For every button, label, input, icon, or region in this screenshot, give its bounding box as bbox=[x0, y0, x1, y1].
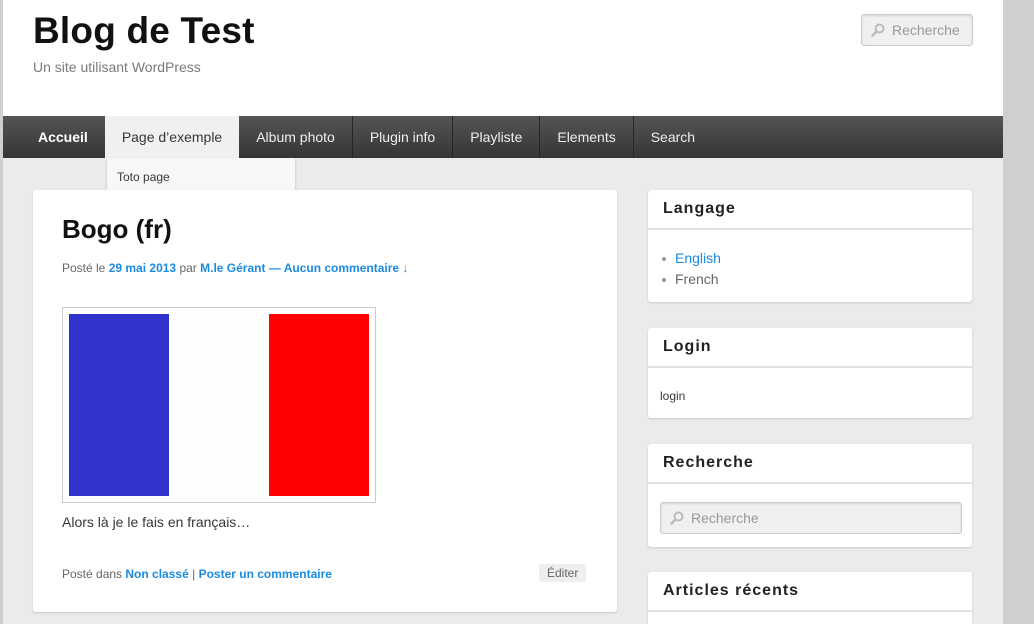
widget-search: Recherche Recherche bbox=[648, 444, 972, 547]
search-icon bbox=[670, 511, 684, 525]
language-list: English French bbox=[662, 248, 721, 290]
post-meta: Posté le 29 mai 2013 par M.le Gérant — A… bbox=[62, 261, 408, 275]
widget-login-title: Login bbox=[648, 328, 972, 368]
post-footer-separator: | bbox=[192, 567, 196, 581]
post-title[interactable]: Bogo (fr) bbox=[62, 214, 172, 245]
login-link[interactable]: login bbox=[660, 389, 685, 403]
post-footer-prefix: Posté dans bbox=[62, 567, 123, 581]
page: Blog de Test Un site utilisant WordPress… bbox=[3, 0, 1003, 624]
post-footer: Posté dans Non classé | Poster un commen… bbox=[62, 567, 332, 581]
language-item-french: French bbox=[662, 269, 721, 290]
post-article: Bogo (fr) Posté le 29 mai 2013 par M.le … bbox=[33, 190, 617, 612]
nav-item-playliste[interactable]: Playliste bbox=[452, 116, 539, 158]
widget-recent-posts: Articles récents bbox=[648, 572, 972, 624]
nav-item-accueil[interactable]: Accueil bbox=[3, 116, 105, 158]
post-comments-link[interactable]: — Aucun commentaire ↓ bbox=[269, 261, 409, 275]
site-header: Blog de Test Un site utilisant WordPress… bbox=[3, 0, 1003, 116]
header-search-placeholder: Recherche bbox=[892, 22, 960, 38]
nav-item-page-exemple[interactable]: Page d’exemple bbox=[104, 116, 240, 158]
post-category-link[interactable]: Non classé bbox=[125, 567, 188, 581]
post-meta-prefix: Posté le bbox=[62, 261, 106, 275]
widget-language: Langage English French bbox=[648, 190, 972, 302]
widget-login: Login login bbox=[648, 328, 972, 418]
main-navigation: Accueil Page d’exemple Album photo Plugi… bbox=[3, 116, 1003, 158]
post-meta-by: par bbox=[179, 261, 197, 275]
flag-red-stripe bbox=[269, 314, 369, 496]
flag-white-stripe bbox=[169, 314, 269, 496]
flag-blue-stripe bbox=[69, 314, 169, 496]
post-date-link[interactable]: 29 mai 2013 bbox=[109, 261, 176, 275]
nav-item-plugin-info[interactable]: Plugin info bbox=[351, 116, 452, 158]
nav-item-album-photo[interactable]: Album photo bbox=[239, 116, 352, 158]
language-item-english[interactable]: English bbox=[662, 248, 721, 269]
widget-language-title: Langage bbox=[648, 190, 972, 230]
nav-item-elements[interactable]: Elements bbox=[539, 116, 632, 158]
edit-button[interactable]: Éditer bbox=[539, 564, 587, 582]
post-image-french-flag bbox=[62, 307, 376, 503]
sidebar-search-placeholder: Recherche bbox=[691, 510, 759, 526]
nav-item-search[interactable]: Search bbox=[632, 116, 712, 158]
search-icon bbox=[871, 23, 885, 37]
post-author-link[interactable]: M.le Gérant bbox=[200, 261, 265, 275]
header-search-input[interactable]: Recherche bbox=[861, 14, 973, 46]
post-body: Alors là je le fais en français… bbox=[62, 514, 251, 530]
post-comment-link[interactable]: Poster un commentaire bbox=[199, 567, 332, 581]
sidebar-search-input[interactable]: Recherche bbox=[660, 502, 962, 534]
widget-search-title: Recherche bbox=[648, 444, 972, 484]
site-title[interactable]: Blog de Test bbox=[33, 10, 255, 52]
site-description: Un site utilisant WordPress bbox=[33, 59, 201, 75]
widget-recent-title: Articles récents bbox=[648, 572, 972, 612]
